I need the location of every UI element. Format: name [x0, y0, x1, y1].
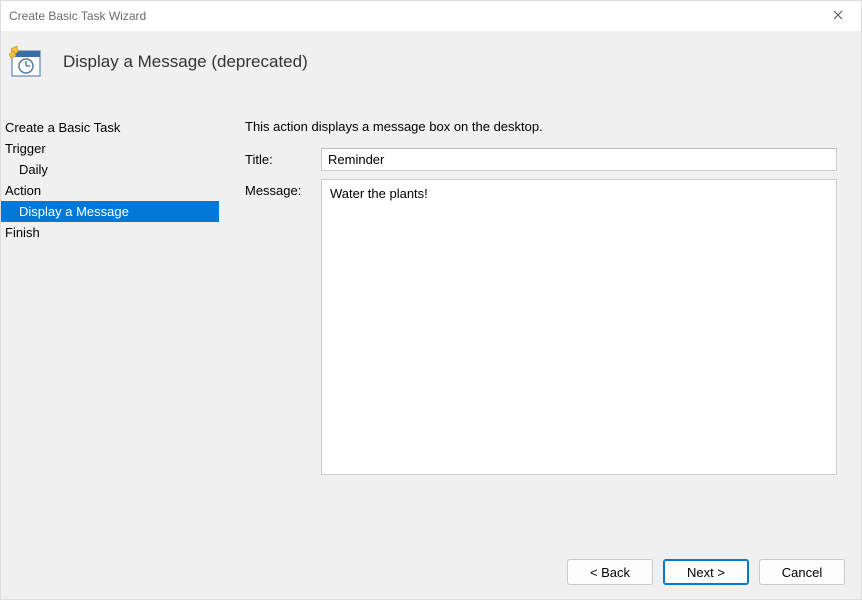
wizard-header: Display a Message (deprecated) [1, 31, 861, 99]
wizard-content: This action displays a message box on th… [219, 99, 861, 547]
step-create-basic-task[interactable]: Create a Basic Task [1, 117, 219, 138]
action-description: This action displays a message box on th… [245, 119, 837, 134]
title-row: Title: [245, 148, 837, 171]
step-action[interactable]: Action [1, 180, 219, 201]
page-title: Display a Message (deprecated) [63, 52, 308, 72]
wizard-steps: Create a Basic Task Trigger Daily Action… [1, 99, 219, 547]
title-label: Title: [245, 148, 321, 171]
step-finish[interactable]: Finish [1, 222, 219, 243]
step-trigger[interactable]: Trigger [1, 138, 219, 159]
titlebar: Create Basic Task Wizard [1, 1, 861, 31]
back-button[interactable]: < Back [567, 559, 653, 585]
wizard-footer: < Back Next > Cancel [1, 547, 861, 599]
wizard-window: Create Basic Task Wizard Display a Messa… [0, 0, 862, 600]
close-icon [833, 9, 843, 23]
wizard-body: Create a Basic Task Trigger Daily Action… [1, 99, 861, 547]
step-action-display-message[interactable]: Display a Message [1, 201, 219, 222]
next-button[interactable]: Next > [663, 559, 749, 585]
cancel-button[interactable]: Cancel [759, 559, 845, 585]
title-input[interactable] [321, 148, 837, 171]
message-row: Message: [245, 179, 837, 475]
wizard-icon [9, 45, 43, 79]
step-trigger-daily[interactable]: Daily [1, 159, 219, 180]
window-title: Create Basic Task Wizard [9, 9, 815, 23]
close-button[interactable] [815, 1, 861, 31]
message-textarea[interactable] [321, 179, 837, 475]
message-label: Message: [245, 179, 321, 475]
